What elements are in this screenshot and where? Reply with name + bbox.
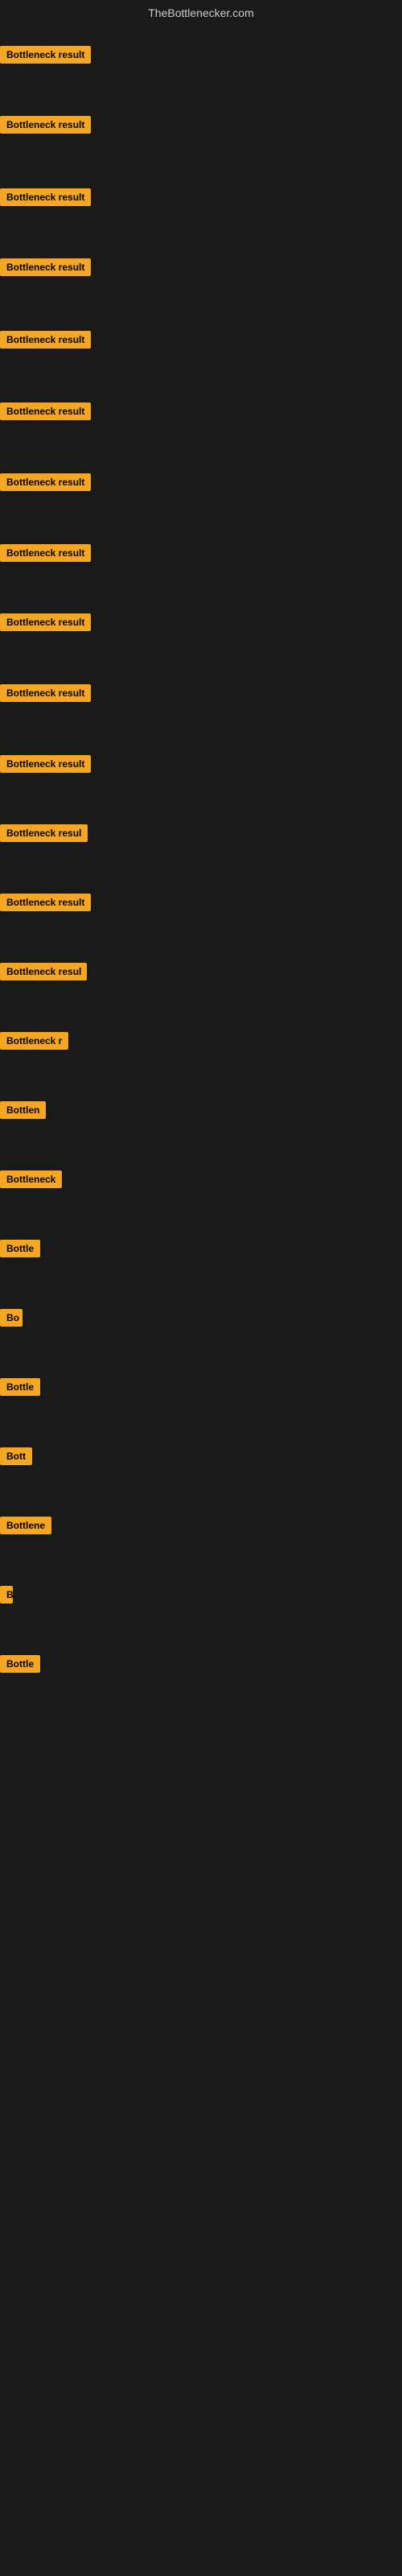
bottleneck-item[interactable]: Bottleneck result — [0, 755, 91, 777]
bottleneck-badge[interactable]: Bottleneck result — [0, 613, 91, 631]
bottleneck-item[interactable]: Bottleneck r — [0, 1032, 68, 1054]
bottleneck-item[interactable]: Bottleneck result — [0, 258, 91, 280]
bottleneck-badge[interactable]: Bottleneck result — [0, 755, 91, 773]
bottleneck-badge[interactable]: Bottleneck result — [0, 258, 91, 276]
bottleneck-item[interactable]: Bo — [0, 1309, 23, 1331]
bottleneck-item[interactable]: Bottleneck result — [0, 894, 91, 915]
site-title-container: TheBottlenecker.com — [0, 0, 402, 23]
bottleneck-item[interactable]: Bott — [0, 1447, 32, 1469]
bottleneck-item[interactable]: Bottleneck result — [0, 402, 91, 424]
bottleneck-item[interactable]: Bottlene — [0, 1517, 51, 1538]
bottleneck-badge[interactable]: Bottleneck result — [0, 331, 91, 349]
bottleneck-badge[interactable]: Bott — [0, 1447, 32, 1465]
bottleneck-item[interactable]: Bottle — [0, 1655, 40, 1677]
bottleneck-badge[interactable]: Bottleneck result — [0, 473, 91, 491]
bottleneck-badge[interactable]: Bottleneck result — [0, 116, 91, 134]
bottleneck-badge[interactable]: Bottleneck resul — [0, 824, 88, 842]
bottleneck-badge[interactable]: Bottleneck result — [0, 46, 91, 64]
bottleneck-item[interactable]: B — [0, 1586, 13, 1608]
bottleneck-badge[interactable]: Bottleneck result — [0, 402, 91, 420]
bottleneck-item[interactable]: Bottle — [0, 1240, 40, 1261]
bottleneck-badge[interactable]: Bottleneck — [0, 1170, 62, 1188]
bottleneck-badge[interactable]: Bottleneck result — [0, 188, 91, 206]
bottleneck-badge[interactable]: B — [0, 1586, 13, 1604]
bottleneck-badge[interactable]: Bottle — [0, 1655, 40, 1673]
bottleneck-item[interactable]: Bottleneck resul — [0, 824, 88, 846]
bottleneck-item[interactable]: Bottleneck — [0, 1170, 62, 1192]
bottleneck-badge[interactable]: Bottleneck resul — [0, 963, 87, 980]
site-title: TheBottlenecker.com — [0, 0, 402, 23]
bottleneck-badge[interactable]: Bottlen — [0, 1101, 46, 1119]
bottleneck-item[interactable]: Bottlen — [0, 1101, 46, 1123]
bottleneck-item[interactable]: Bottleneck result — [0, 613, 91, 635]
bottleneck-badge[interactable]: Bottlene — [0, 1517, 51, 1534]
bottleneck-item[interactable]: Bottleneck result — [0, 116, 91, 138]
bottleneck-badge[interactable]: Bo — [0, 1309, 23, 1327]
bottleneck-badge[interactable]: Bottleneck r — [0, 1032, 68, 1050]
bottleneck-item[interactable]: Bottleneck result — [0, 544, 91, 566]
bottleneck-item[interactable]: Bottleneck result — [0, 188, 91, 210]
bottleneck-item[interactable]: Bottle — [0, 1378, 40, 1400]
bottleneck-item[interactable]: Bottleneck resul — [0, 963, 87, 985]
bottleneck-item[interactable]: Bottleneck result — [0, 331, 91, 353]
bottleneck-item[interactable]: Bottleneck result — [0, 473, 91, 495]
bottleneck-badge[interactable]: Bottleneck result — [0, 684, 91, 702]
bottleneck-badge[interactable]: Bottle — [0, 1240, 40, 1257]
bottleneck-item[interactable]: Bottleneck result — [0, 684, 91, 706]
bottleneck-badge[interactable]: Bottle — [0, 1378, 40, 1396]
bottleneck-item[interactable]: Bottleneck result — [0, 46, 91, 68]
bottleneck-badge[interactable]: Bottleneck result — [0, 894, 91, 911]
bottleneck-badge[interactable]: Bottleneck result — [0, 544, 91, 562]
